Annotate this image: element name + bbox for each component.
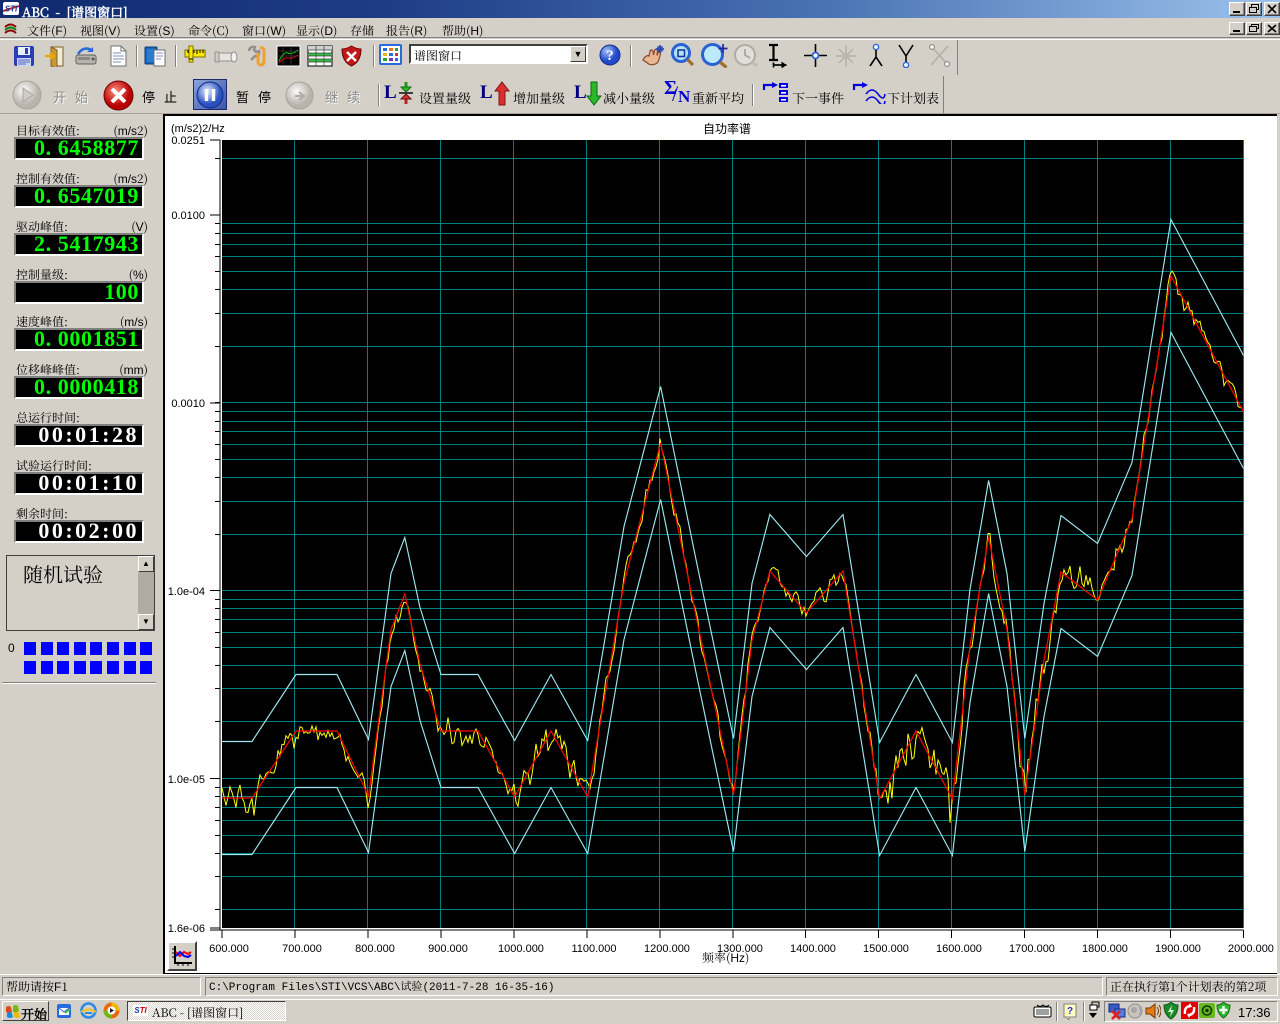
svg-text:2000.000: 2000.000 bbox=[1228, 943, 1274, 955]
svg-text:1200.000: 1200.000 bbox=[644, 943, 690, 955]
svg-text:1600.000: 1600.000 bbox=[936, 943, 982, 955]
svg-text:1100.000: 1100.000 bbox=[571, 943, 616, 955]
svg-text:0.0100: 0.0100 bbox=[171, 210, 205, 222]
svg-text:(m/s2)2/Hz: (m/s2)2/Hz bbox=[171, 123, 225, 135]
svg-text:700.000: 700.000 bbox=[282, 943, 322, 955]
svg-text:0.0010: 0.0010 bbox=[171, 398, 205, 410]
svg-text:频率(Hz): 频率(Hz) bbox=[702, 949, 749, 966]
svg-text:1500.000: 1500.000 bbox=[863, 943, 909, 955]
svg-text:1400.000: 1400.000 bbox=[790, 943, 836, 955]
svg-text:600.000: 600.000 bbox=[209, 943, 249, 955]
svg-text:自功率谱: 自功率谱 bbox=[703, 121, 751, 136]
svg-text:1.0e-05: 1.0e-05 bbox=[168, 774, 205, 786]
svg-text:800.000: 800.000 bbox=[355, 943, 395, 955]
svg-text:1900.000: 1900.000 bbox=[1155, 943, 1201, 955]
svg-text:STI: STI bbox=[5, 5, 18, 14]
svg-text:900.000: 900.000 bbox=[428, 943, 468, 955]
svg-text:1700.000: 1700.000 bbox=[1009, 943, 1055, 955]
svg-text:?: ? bbox=[1067, 1006, 1073, 1017]
svg-text:1.0e-04: 1.0e-04 bbox=[168, 586, 205, 598]
svg-text:1.6e-06: 1.6e-06 bbox=[168, 923, 205, 935]
svg-text:0.0251: 0.0251 bbox=[171, 135, 205, 147]
svg-text:1000.000: 1000.000 bbox=[498, 943, 544, 955]
svg-text:1800.000: 1800.000 bbox=[1082, 943, 1128, 955]
svg-text:?: ? bbox=[606, 48, 614, 64]
